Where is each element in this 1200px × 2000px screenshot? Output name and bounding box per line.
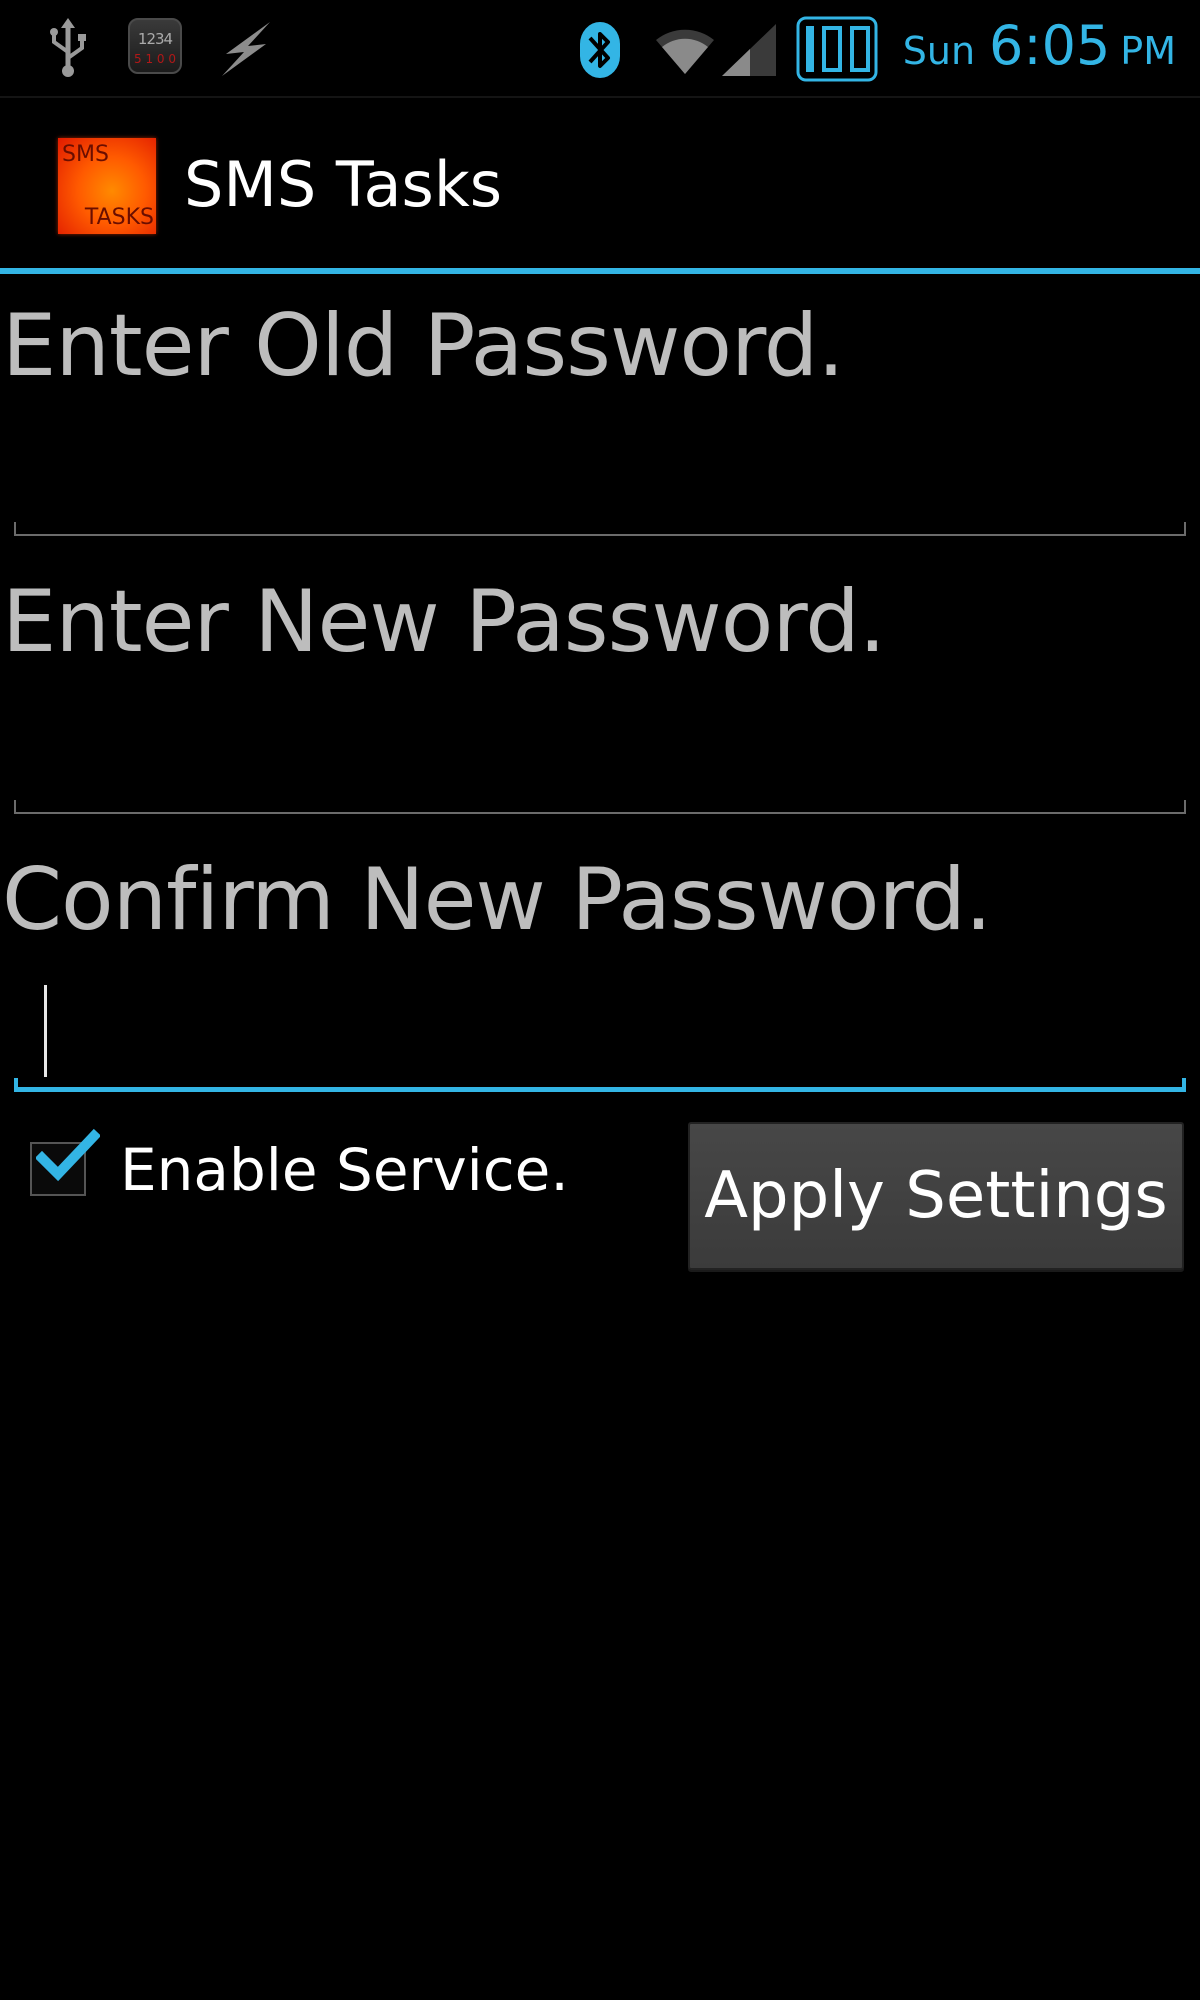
status-day: Sun bbox=[902, 29, 976, 73]
app-logo-top-text: SMS bbox=[62, 142, 109, 167]
new-password-input[interactable] bbox=[14, 726, 1186, 796]
old-password-input[interactable] bbox=[14, 448, 1186, 518]
confirm-password-underline bbox=[14, 1078, 1186, 1092]
counter-app-icon: 1234 5 1 0 0 bbox=[128, 18, 184, 76]
status-ampm: PM bbox=[1120, 29, 1176, 73]
status-bar: 1234 5 1 0 0 Sun 6:05 PM bbox=[0, 0, 1200, 98]
old-password-underline bbox=[14, 522, 1186, 536]
apply-settings-button[interactable]: Apply Settings bbox=[688, 1122, 1184, 1270]
app-logo-bottom-text: TASKS bbox=[84, 205, 154, 230]
app-title: SMS Tasks bbox=[184, 148, 503, 221]
old-password-label: Enter Old Password. bbox=[2, 296, 845, 396]
text-cursor bbox=[44, 985, 47, 1077]
confirm-password-label: Confirm New Password. bbox=[2, 850, 992, 950]
status-clock: Sun 6:05 PM bbox=[903, 14, 1176, 84]
bluetooth-icon bbox=[578, 20, 622, 80]
counter-app-subtext: 5 1 0 0 bbox=[134, 52, 176, 66]
enable-service-label[interactable]: Enable Service. bbox=[120, 1136, 569, 1204]
confirm-password-input[interactable] bbox=[14, 1000, 1186, 1070]
new-password-label: Enter New Password. bbox=[2, 572, 886, 672]
action-bar-divider bbox=[0, 268, 1200, 274]
counter-app-number: 1234 bbox=[137, 30, 173, 48]
usb-icon bbox=[44, 18, 92, 80]
enable-service-checkbox[interactable] bbox=[30, 1128, 100, 1196]
checkmark-icon bbox=[36, 1128, 100, 1182]
new-password-underline bbox=[14, 800, 1186, 814]
lightning-icon bbox=[216, 20, 276, 78]
wifi-icon bbox=[654, 24, 716, 76]
status-time: 6:05 bbox=[989, 14, 1111, 77]
app-logo[interactable]: SMS TASKS bbox=[58, 138, 156, 234]
action-bar: SMS TASKS SMS Tasks bbox=[0, 98, 1200, 268]
signal-icon bbox=[720, 22, 778, 78]
battery-icon bbox=[796, 14, 878, 84]
